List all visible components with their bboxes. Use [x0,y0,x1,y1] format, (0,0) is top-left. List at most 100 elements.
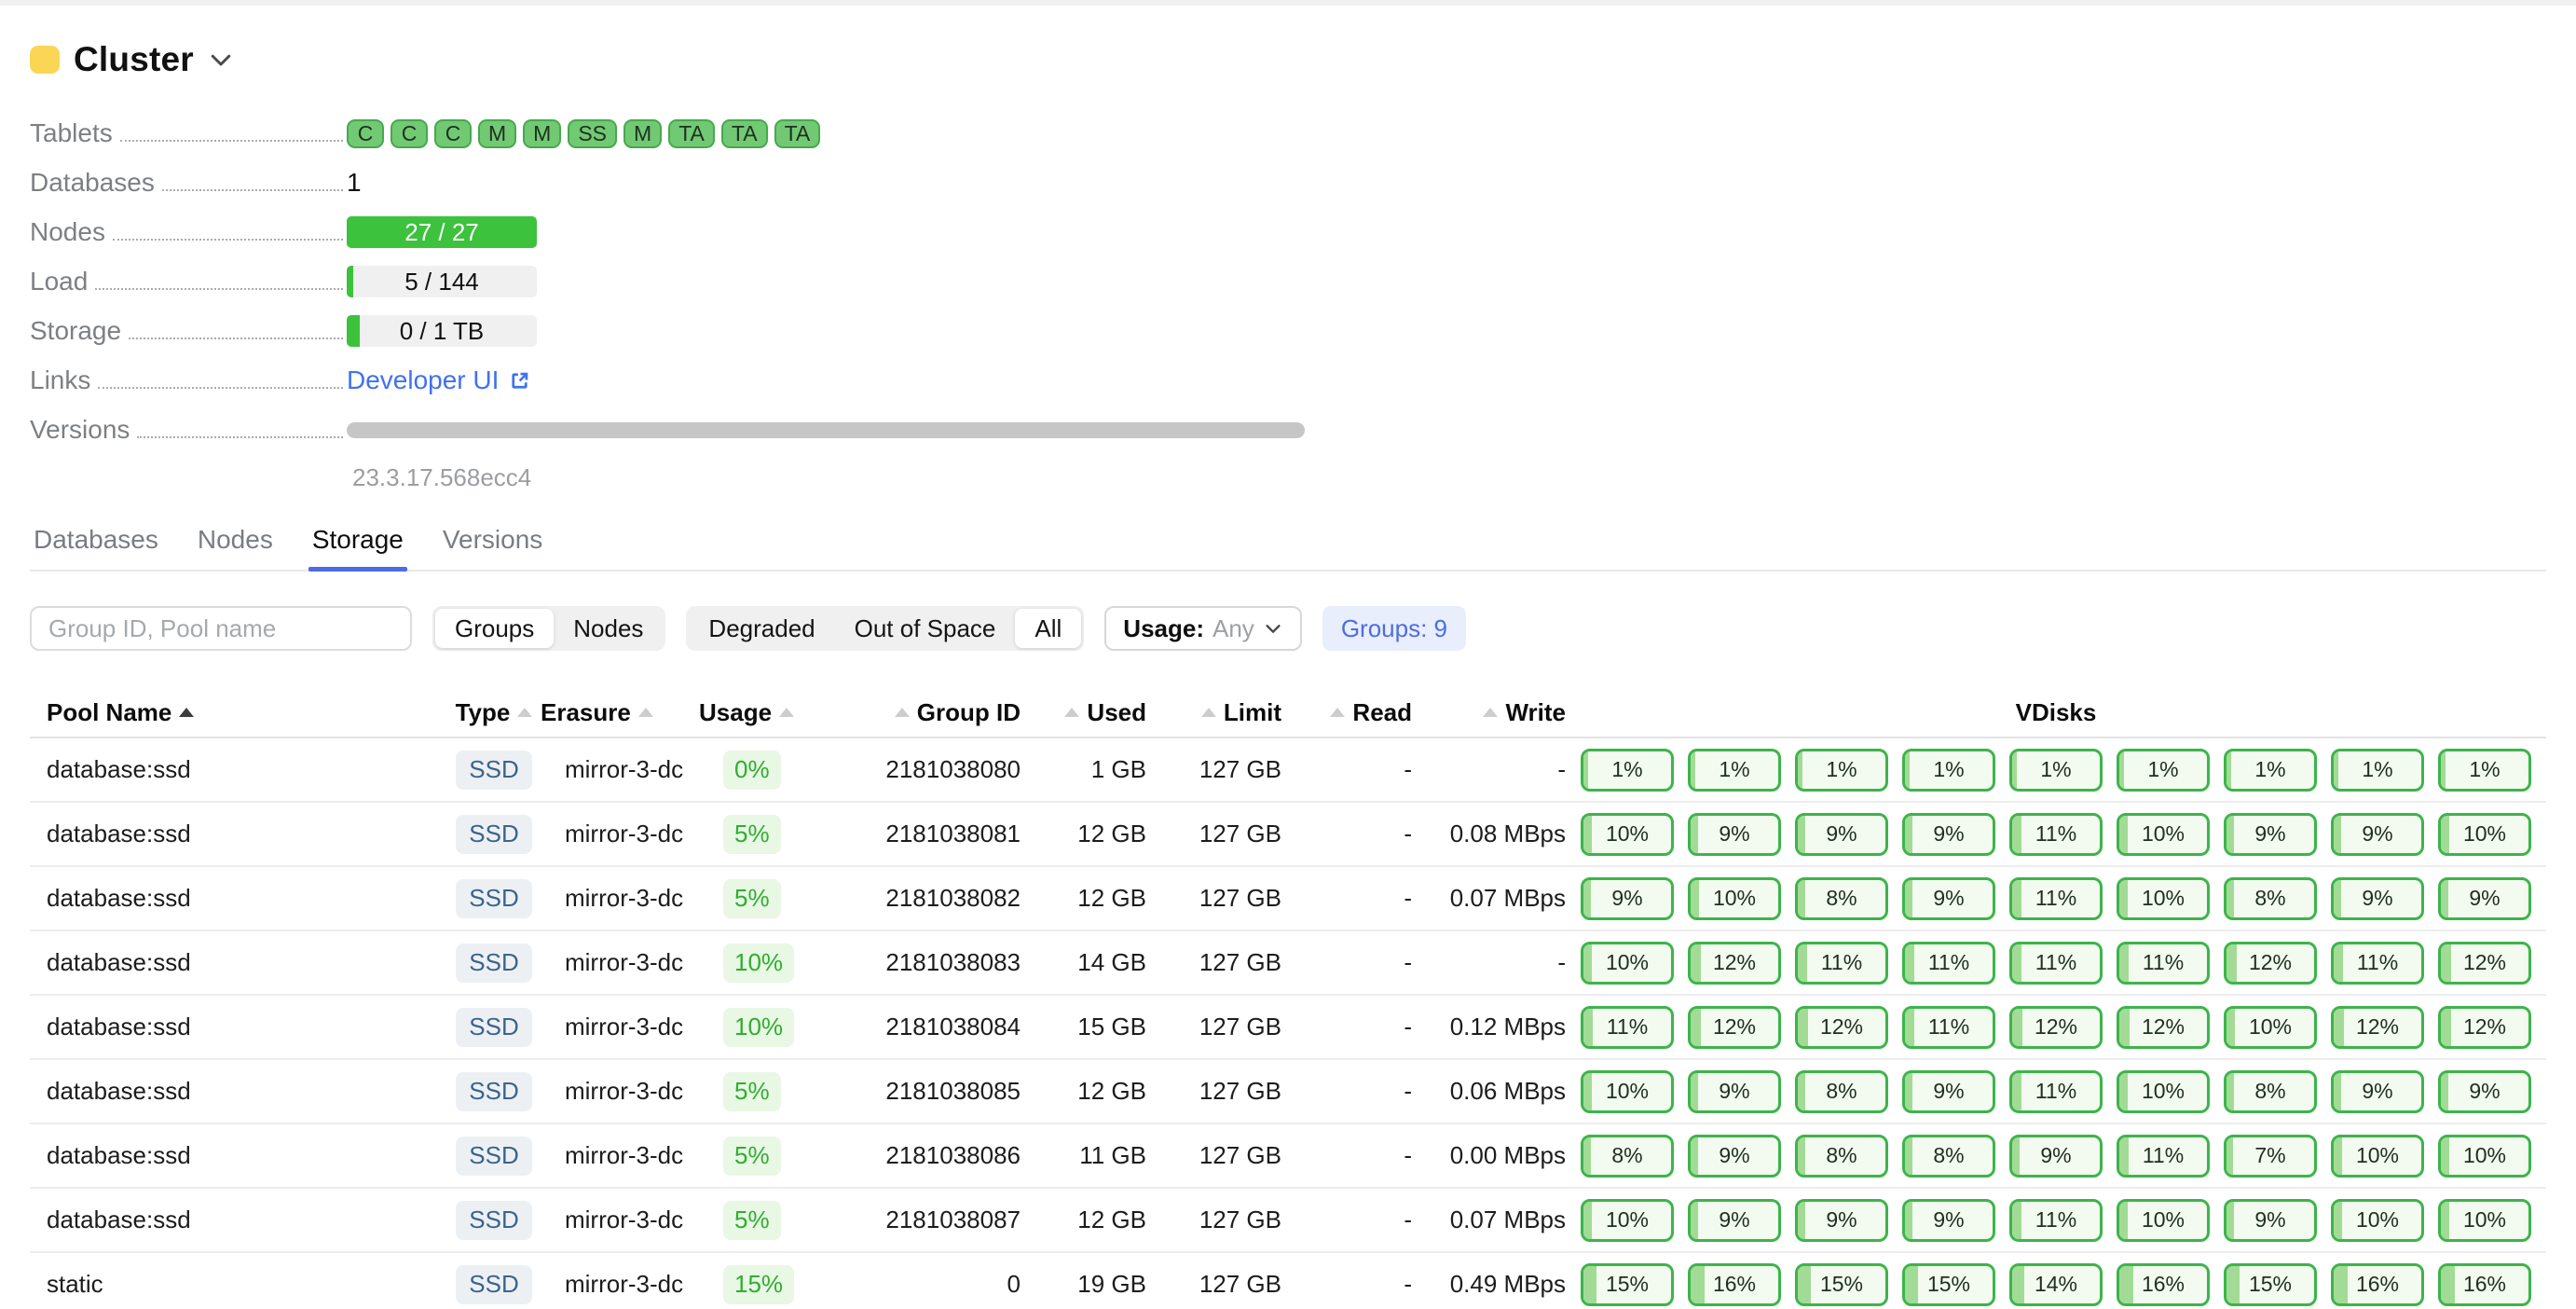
vdisk-badge[interactable]: 9% [1688,1135,1781,1178]
vdisk-badge[interactable]: 10% [2438,1199,2531,1242]
column-header-write[interactable]: Write [1412,688,1566,737]
vdisk-badge[interactable]: 9% [2331,1070,2424,1113]
vdisk-badge[interactable]: 9% [1581,877,1674,920]
vdisk-badge[interactable]: 11% [2331,942,2424,985]
vdisk-badge[interactable]: 1% [1902,749,1995,792]
vdisk-badge[interactable]: 7% [2224,1135,2317,1178]
vdisk-badge[interactable]: 1% [2331,749,2424,792]
health-option-all[interactable]: All [1015,609,1081,648]
vdisk-badge[interactable]: 11% [2117,942,2210,985]
tablet-type-badge[interactable]: C [347,119,384,148]
search-input[interactable] [30,606,412,651]
vdisk-badge[interactable]: 11% [1902,942,1995,985]
column-header-erasure[interactable]: Erasure [541,688,699,737]
vdisk-badge[interactable]: 9% [1688,1070,1781,1113]
vdisk-badge[interactable]: 15% [1581,1263,1674,1306]
column-header-usage[interactable]: Usage [699,688,802,737]
tablet-type-badge[interactable]: M [623,119,662,148]
entity-option-groups[interactable]: Groups [435,609,554,648]
vdisk-badge[interactable]: 1% [1581,749,1674,792]
vdisk-badge[interactable]: 12% [1688,942,1781,985]
vdisk-badge[interactable]: 9% [2438,877,2531,920]
vdisk-badge[interactable]: 1% [1795,749,1888,792]
vdisk-badge[interactable]: 16% [2117,1263,2210,1306]
vdisk-badge[interactable]: 9% [2224,1199,2317,1242]
vdisk-badge[interactable]: 10% [2224,1006,2317,1049]
vdisk-badge[interactable]: 11% [2009,1199,2103,1242]
vdisk-badge[interactable]: 10% [1581,813,1674,856]
chevron-down-icon[interactable] [207,46,235,74]
vdisk-badge[interactable]: 15% [1795,1263,1888,1306]
vdisk-badge[interactable]: 12% [1688,1006,1781,1049]
vdisk-badge[interactable]: 8% [1795,877,1888,920]
vdisk-badge[interactable]: 9% [2331,877,2424,920]
vdisk-badge[interactable]: 9% [2331,813,2424,856]
vdisk-badge[interactable]: 9% [1902,877,1995,920]
tab-versions[interactable]: Versions [439,525,546,570]
vdisk-badge[interactable]: 1% [2117,749,2210,792]
vdisk-badge[interactable]: 11% [2117,1135,2210,1178]
vdisk-badge[interactable]: 8% [1795,1135,1888,1178]
vdisk-badge[interactable]: 11% [2009,1070,2103,1113]
column-header-pool[interactable]: Pool Name [30,688,447,737]
vdisk-badge[interactable]: 10% [2438,1135,2531,1178]
vdisk-badge[interactable]: 8% [1902,1135,1995,1178]
vdisk-badge[interactable]: 9% [1688,1199,1781,1242]
vdisk-badge[interactable]: 9% [1902,1199,1995,1242]
vdisk-badge[interactable]: 12% [2224,942,2317,985]
vdisk-badge[interactable]: 11% [2009,942,2103,985]
vdisk-badge[interactable]: 10% [1581,1199,1674,1242]
tab-databases[interactable]: Databases [30,525,162,570]
vdisk-badge[interactable]: 11% [1902,1006,1995,1049]
vdisk-badge[interactable]: 1% [2438,749,2531,792]
vdisk-badge[interactable]: 8% [1581,1135,1674,1178]
vdisk-badge[interactable]: 12% [2117,1006,2210,1049]
vdisk-badge[interactable]: 10% [2331,1199,2424,1242]
vdisk-badge[interactable]: 9% [1688,813,1781,856]
vdisk-badge[interactable]: 9% [2009,1135,2103,1178]
vdisk-badge[interactable]: 9% [1902,1070,1995,1113]
health-option-degraded[interactable]: Degraded [689,609,834,648]
vdisk-badge[interactable]: 9% [2438,1070,2531,1113]
column-header-group_id[interactable]: Group ID [802,688,1021,737]
groups-count-badge[interactable]: Groups: 9 [1322,606,1466,651]
tablet-type-badge[interactable]: SS [568,119,617,148]
vdisk-badge[interactable]: 8% [1795,1070,1888,1113]
tablet-type-badge[interactable]: TA [721,119,768,148]
vdisk-badge[interactable]: 15% [2224,1263,2317,1306]
column-header-type[interactable]: Type [447,688,541,737]
vdisk-badge[interactable]: 16% [1688,1263,1781,1306]
tablet-type-badge[interactable]: M [478,119,516,148]
vdisk-badge[interactable]: 12% [1795,1006,1888,1049]
vdisk-badge[interactable]: 10% [2438,813,2531,856]
vdisk-badge[interactable]: 10% [1581,1070,1674,1113]
vdisk-badge[interactable]: 16% [2331,1263,2424,1306]
entity-option-nodes[interactable]: Nodes [554,609,663,648]
vdisk-badge[interactable]: 10% [2117,877,2210,920]
vdisk-badge[interactable]: 10% [2331,1135,2424,1178]
vdisk-badge[interactable]: 10% [2117,1070,2210,1113]
developer-ui-link[interactable]: Developer UI [347,365,532,395]
vdisk-badge[interactable]: 1% [2009,749,2103,792]
tablet-type-badge[interactable]: C [434,119,472,148]
vdisk-badge[interactable]: 15% [1902,1263,1995,1306]
tab-nodes[interactable]: Nodes [194,525,277,570]
tablet-type-badge[interactable]: TA [774,119,821,148]
vdisk-badge[interactable]: 8% [2224,877,2317,920]
usage-filter-select[interactable]: Usage: Any [1104,606,1302,651]
vdisk-badge[interactable]: 8% [2224,1070,2317,1113]
tablet-type-badge[interactable]: C [391,119,428,148]
vdisk-badge[interactable]: 9% [1795,813,1888,856]
column-header-limit[interactable]: Limit [1146,688,1281,737]
vdisk-badge[interactable]: 10% [2117,813,2210,856]
vdisk-badge[interactable]: 14% [2009,1263,2103,1306]
vdisk-badge[interactable]: 12% [2009,1006,2103,1049]
health-option-out-of-space[interactable]: Out of Space [835,609,1016,648]
column-header-read[interactable]: Read [1281,688,1412,737]
vdisk-badge[interactable]: 9% [1902,813,1995,856]
tablet-type-badge[interactable]: M [523,119,561,148]
vdisk-badge[interactable]: 11% [2009,877,2103,920]
vdisk-badge[interactable]: 12% [2438,1006,2531,1049]
vdisk-badge[interactable]: 10% [1688,877,1781,920]
vdisk-badge[interactable]: 1% [1688,749,1781,792]
